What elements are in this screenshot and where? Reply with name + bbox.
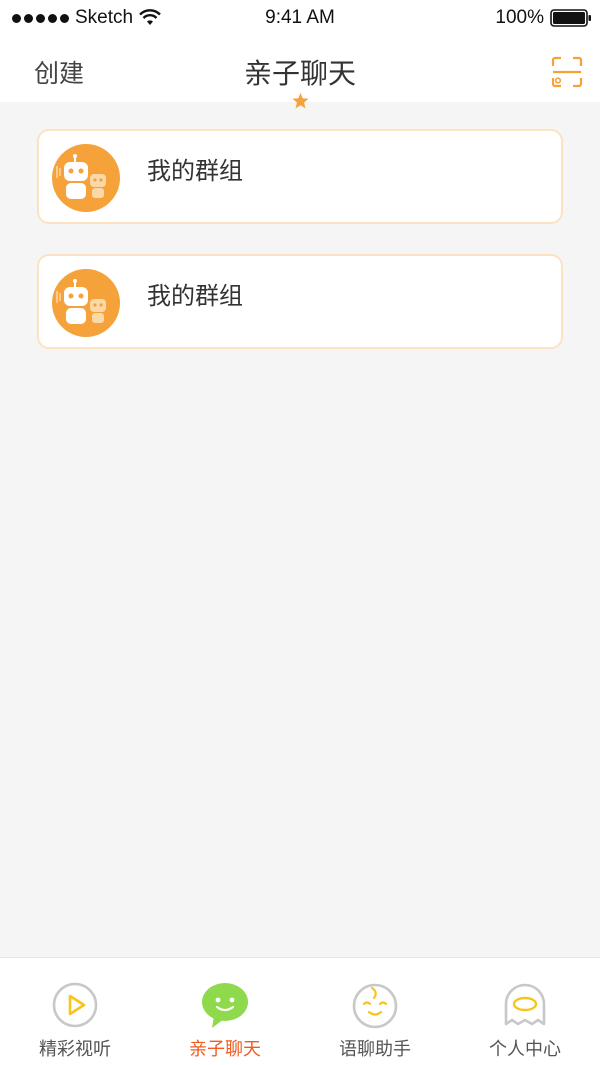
group-title: 我的群组 — [147, 282, 243, 310]
app-screen: Sketch 9:41 AM 100% 创建 亲子聊天 我的群组 我的群组 精彩… — [0, 0, 600, 1065]
play-icon — [52, 982, 98, 1028]
page-title: 亲子聊天 — [243, 57, 356, 90]
status-right: 100% — [495, 7, 592, 29]
tab-label: 语聊助手 — [339, 1039, 411, 1060]
baby-face-icon — [352, 983, 398, 1029]
group-card[interactable]: 我的群组 — [37, 129, 563, 224]
tab-label: 个人中心 — [489, 1039, 561, 1060]
battery-icon — [550, 9, 591, 27]
tab-bar: 精彩视听 亲子聊天 语聊助手 个人中心 — [0, 957, 600, 1065]
chat-bubble-icon — [202, 983, 248, 1028]
tab-media[interactable]: 精彩视听 — [0, 958, 150, 1065]
scan-icon[interactable] — [551, 56, 583, 88]
star-icon — [292, 93, 309, 109]
group-title: 我的群组 — [147, 157, 243, 185]
robot-avatar-icon — [52, 144, 120, 212]
tab-label: 精彩视听 — [39, 1039, 111, 1060]
tab-chat[interactable]: 亲子聊天 — [150, 958, 300, 1065]
tab-profile[interactable]: 个人中心 — [450, 958, 600, 1065]
battery-percent: 100% — [495, 7, 544, 28]
tab-voice-assistant[interactable]: 语聊助手 — [300, 958, 450, 1065]
tab-label: 亲子聊天 — [189, 1039, 261, 1060]
nav-bar: 创建 亲子聊天 — [0, 36, 600, 109]
status-bar: Sketch 9:41 AM 100% — [0, 0, 600, 36]
robot-avatar-icon — [52, 269, 120, 337]
group-card[interactable]: 我的群组 — [37, 254, 563, 349]
user-center-icon — [504, 983, 546, 1026]
